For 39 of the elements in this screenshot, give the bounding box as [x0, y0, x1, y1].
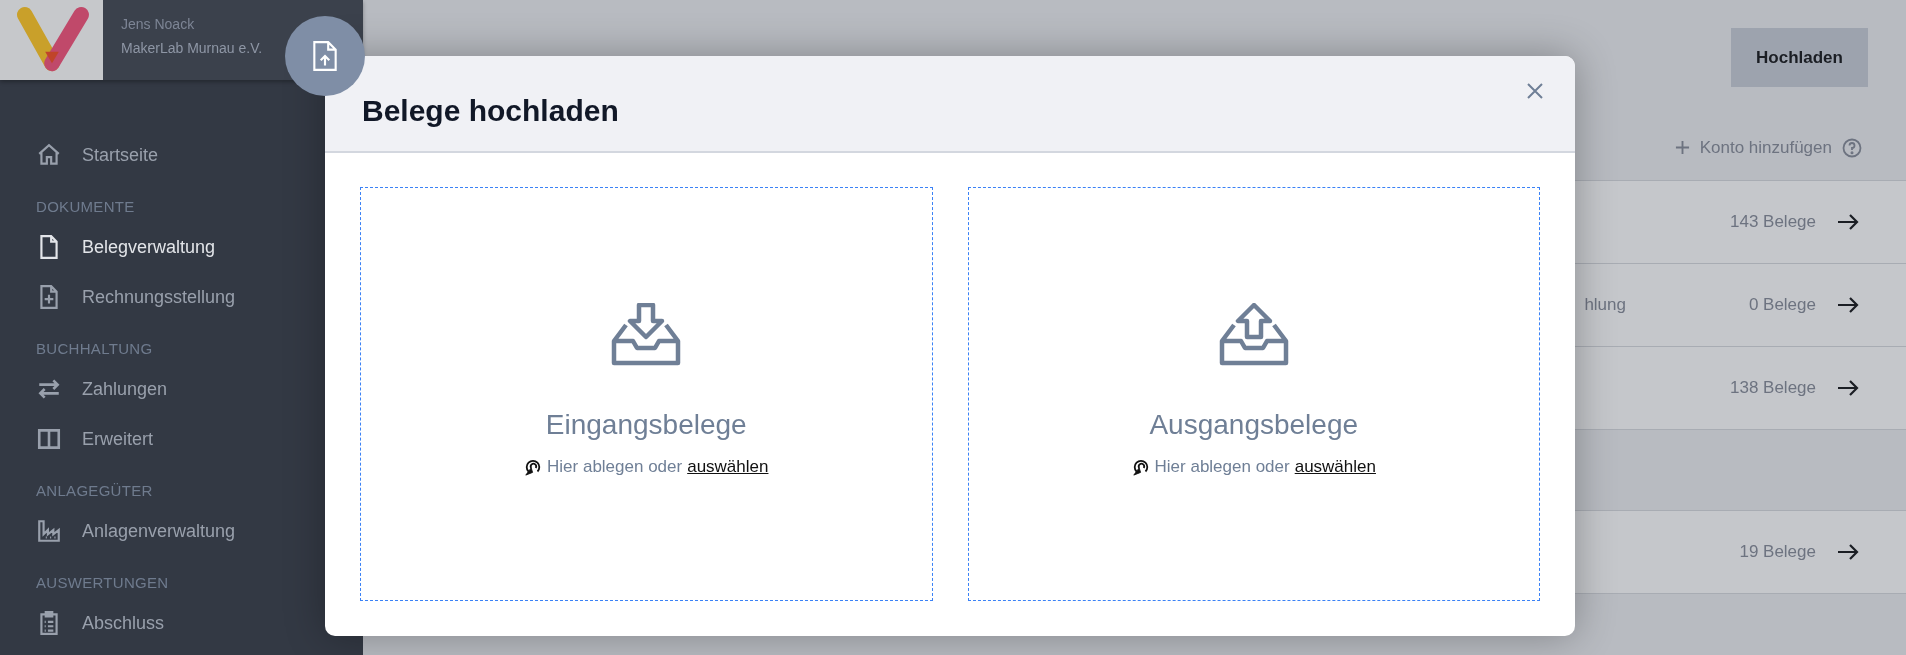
drop-zone[interactable]: Eingangsbelege Hier ablegen oder auswählen	[360, 187, 933, 601]
drop-hint: Hier ablegen oder	[1154, 457, 1290, 477]
sidebar-item[interactable]: Erweitert	[36, 414, 363, 464]
sidebar-item[interactable]: Anlagenverwaltung	[36, 506, 363, 556]
home-icon	[36, 142, 62, 168]
drop-hint: Hier ablegen oder	[547, 457, 683, 477]
add-account-link[interactable]: Konto hinzufügen	[1674, 137, 1832, 158]
section-heading: BUCHHALTUNG	[36, 339, 154, 359]
file-upload-icon	[312, 40, 338, 72]
section-heading: DOKUMENTE	[36, 197, 136, 217]
select-link[interactable]: auswählen	[687, 457, 769, 477]
pointer-click-icon	[524, 458, 543, 476]
inbox-download-icon	[611, 303, 682, 367]
plus-icon	[1674, 140, 1690, 155]
dialog-title: Belege hochladen	[362, 93, 619, 128]
pointer-click-icon	[1131, 458, 1150, 476]
section-heading: ANLAGEGÜTER	[36, 481, 154, 501]
factory-icon	[36, 518, 62, 544]
sidebar-item[interactable]: Abschluss	[36, 598, 363, 648]
columns-icon	[36, 426, 62, 452]
receipt-count: 19 Belege	[1738, 542, 1816, 562]
sidebar-item[interactable]: Startseite	[36, 130, 363, 180]
zone-title: Eingangsbelege	[545, 409, 747, 441]
section-heading: AUSWERTUNGEN	[36, 573, 170, 593]
close-icon[interactable]	[1525, 80, 1545, 101]
user-name: Jens Noack	[121, 16, 196, 32]
receipt-count: 143 Belege	[1728, 212, 1816, 232]
sidebar-item[interactable]: Rechnungsstellung	[36, 272, 363, 322]
sidebar-item[interactable]: Belegverwaltung	[36, 222, 363, 272]
zone-title: Ausgangsbelege	[1149, 409, 1359, 441]
upload-button[interactable]: Hochladen	[1731, 28, 1868, 87]
receipt-count: 138 Belege	[1728, 378, 1816, 398]
receipt-count: 0 Belege	[1747, 295, 1816, 315]
sidebar-item[interactable]: Zahlungen	[36, 364, 363, 414]
drop-zone[interactable]: Ausgangsbelege Hier ablegen oder auswählen	[967, 187, 1540, 601]
select-link[interactable]: auswählen	[1294, 457, 1376, 477]
inbox-upload-icon	[1218, 303, 1289, 367]
account-label: hlung	[1584, 295, 1626, 314]
organization-name: MakerLab Murnau e.V.	[121, 40, 263, 56]
